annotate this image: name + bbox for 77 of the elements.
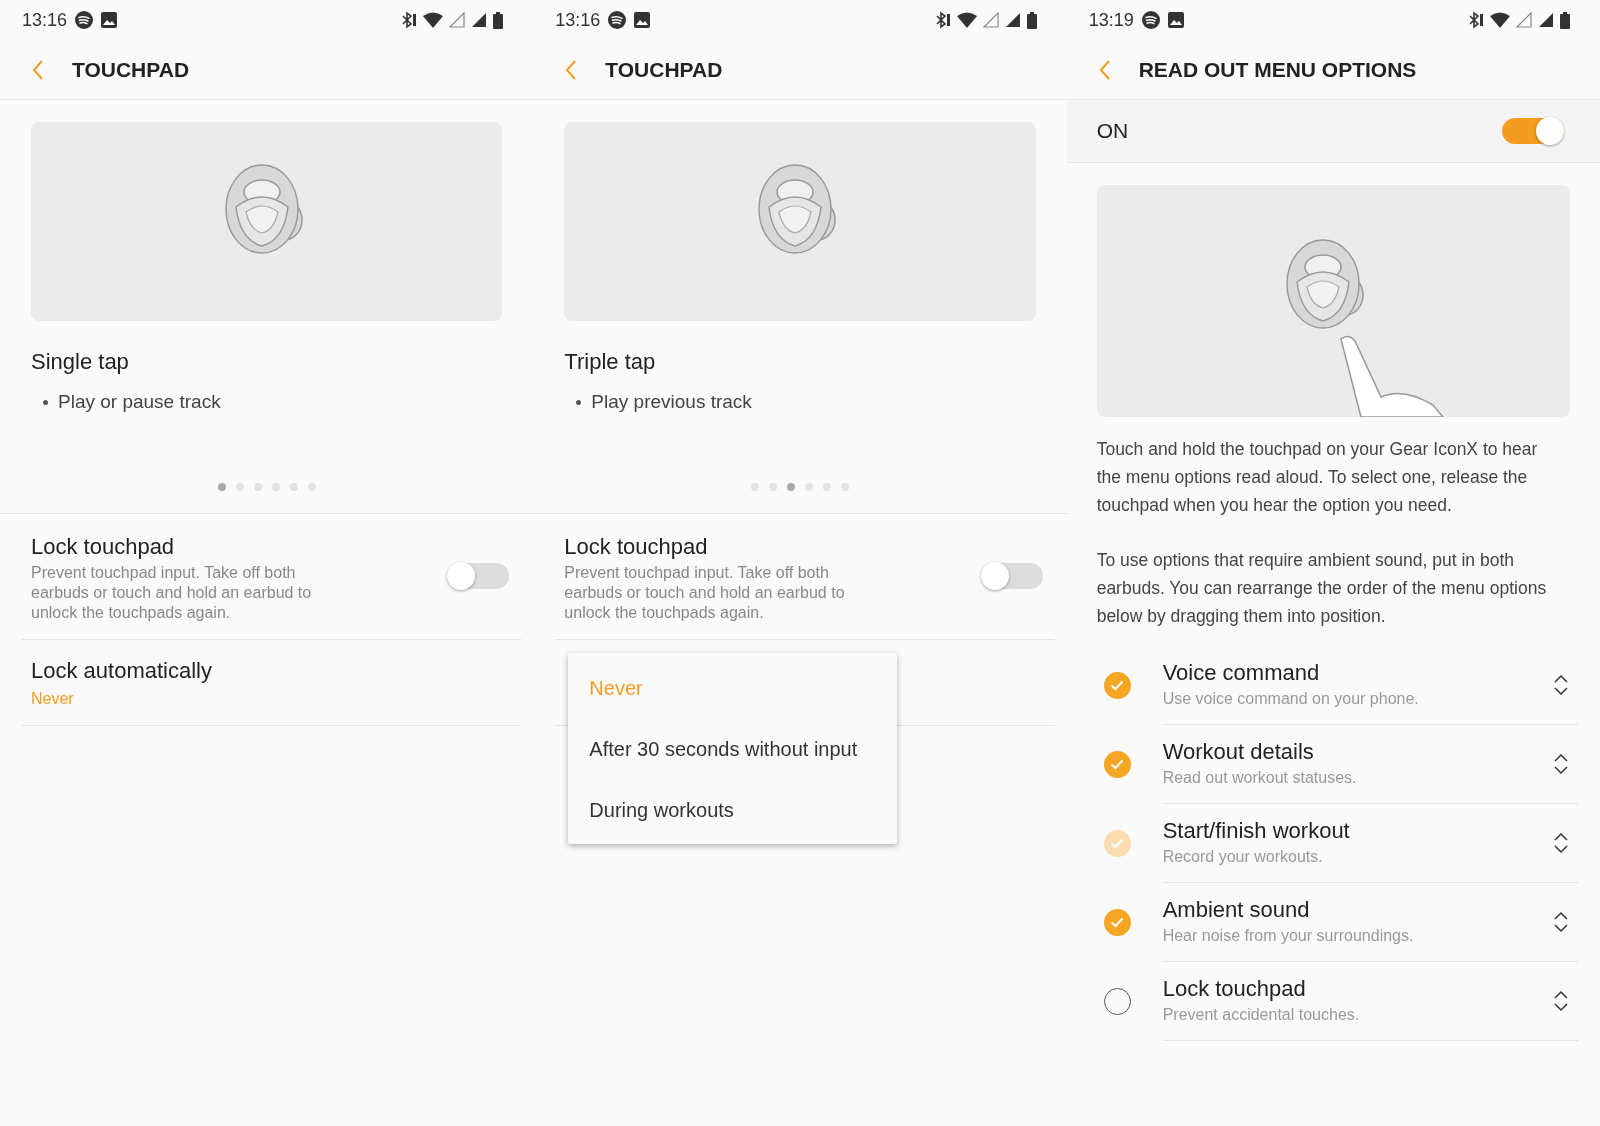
option-description: Read out workout statuses. xyxy=(1162,768,1357,788)
checkmark-icon xyxy=(1110,759,1125,770)
gesture-title: Triple tap xyxy=(564,348,657,376)
status-time: 13:16 xyxy=(22,8,68,32)
reorder-handle-icon[interactable] xyxy=(1554,910,1568,934)
menu-option-row[interactable]: Workout details Read out workout statuses. xyxy=(1066,725,1578,804)
music-app-icon xyxy=(608,11,627,29)
option-title: Workout details xyxy=(1162,738,1315,766)
signal-icon xyxy=(1004,12,1021,28)
checkmark-icon xyxy=(1110,838,1125,849)
checkbox[interactable] xyxy=(1103,672,1131,699)
image-icon xyxy=(1167,12,1184,28)
master-switch-label: ON xyxy=(1096,118,1129,145)
gesture-action: Play previous track xyxy=(591,390,752,414)
dropdown-option[interactable]: During workouts xyxy=(568,779,898,840)
toggle-switch[interactable] xyxy=(980,563,1043,589)
setting-title: Lock touchpad xyxy=(31,532,176,561)
option-title: Lock touchpad xyxy=(1162,975,1307,1003)
option-title: Voice command xyxy=(1162,659,1321,687)
setting-value: Never xyxy=(31,688,75,709)
battery-icon xyxy=(493,11,504,29)
bluetooth-icon xyxy=(401,11,418,29)
wifi-icon xyxy=(1490,12,1510,28)
screen-title: TOUCHPAD xyxy=(605,56,723,83)
status-time: 13:16 xyxy=(555,8,601,32)
option-description: Use voice command on your phone. xyxy=(1162,689,1419,709)
signal-icon xyxy=(982,12,999,28)
signal-icon xyxy=(471,12,488,28)
option-title: Ambient sound xyxy=(1162,896,1311,924)
signal-icon xyxy=(1516,12,1532,28)
signal-icon xyxy=(449,12,466,28)
wifi-icon xyxy=(423,12,444,28)
option-description: Hear noise from your surroundings. xyxy=(1162,926,1414,946)
back-chevron-icon xyxy=(32,58,44,81)
bullet-icon xyxy=(576,399,582,405)
option-description: Prevent accidental touches. xyxy=(1162,1005,1360,1025)
checkbox[interactable] xyxy=(1103,751,1131,778)
gesture-action: Play or pause track xyxy=(58,390,221,414)
music-app-icon xyxy=(1141,11,1160,29)
setting-title: Lock touchpad xyxy=(564,532,709,561)
reorder-handle-icon[interactable] xyxy=(1554,752,1568,776)
menu-option-row[interactable]: Voice command Use voice command on your phone. xyxy=(1066,646,1578,725)
reorder-handle-icon[interactable] xyxy=(1554,989,1568,1013)
setting-title: Lock automatically xyxy=(31,656,213,685)
reorder-handle-icon[interactable] xyxy=(1554,673,1568,697)
toggle-switch[interactable] xyxy=(447,563,510,589)
image-icon xyxy=(101,12,118,28)
signal-icon xyxy=(1538,12,1554,28)
option-title: Start/finish workout xyxy=(1162,817,1350,845)
battery-icon xyxy=(1560,11,1570,29)
reorder-handle-icon[interactable] xyxy=(1554,831,1568,855)
wifi-icon xyxy=(956,12,977,28)
setting-description: Prevent touchpad input. Take off both earbuds or touch and hold an earbud to unlock the touchpads again. xyxy=(31,562,313,623)
option-description: Record your workouts. xyxy=(1162,847,1324,867)
bluetooth-icon xyxy=(934,11,951,29)
bullet-icon xyxy=(43,399,48,405)
battery-icon xyxy=(1026,11,1037,29)
checkmark-icon xyxy=(1110,917,1125,928)
menu-option-row[interactable]: Lock touchpad Prevent accidental touches. xyxy=(1066,962,1578,1041)
image-icon xyxy=(634,12,651,28)
checkmark-icon xyxy=(1110,680,1125,691)
screen-title: READ OUT MENU OPTIONS xyxy=(1138,56,1417,83)
setting-description: Prevent touchpad input. Take off both earbuds or touch and hold an earbud to unlock the touchpads again. xyxy=(564,562,846,623)
setting-row[interactable]: Lock automatically Never xyxy=(22,639,522,726)
status-time: 13:19 xyxy=(1088,8,1134,32)
checkbox[interactable] xyxy=(1103,909,1131,936)
bluetooth-icon xyxy=(1468,11,1484,29)
help-paragraph: Touch and hold the touchpad on your Gear IconX to hear the menu options read aloud. To select one, release the touchpad when you hear the option you need. xyxy=(1096,438,1539,517)
back-chevron-icon xyxy=(565,58,578,81)
menu-option-row[interactable]: Ambient sound Hear noise from your surroundings. xyxy=(1066,883,1578,962)
screen-title: TOUCHPAD xyxy=(72,56,190,83)
help-paragraph: To use options that require ambient sound, put in both earbuds. You can rearrange the order of the menu options below by dragging them into position. xyxy=(1096,549,1548,628)
gesture-title: Single tap xyxy=(31,348,130,376)
dropdown-option[interactable]: After 30 seconds without input xyxy=(568,718,898,779)
toggle-switch[interactable] xyxy=(1502,118,1564,144)
back-chevron-icon xyxy=(1098,58,1111,81)
music-app-icon xyxy=(75,11,94,29)
